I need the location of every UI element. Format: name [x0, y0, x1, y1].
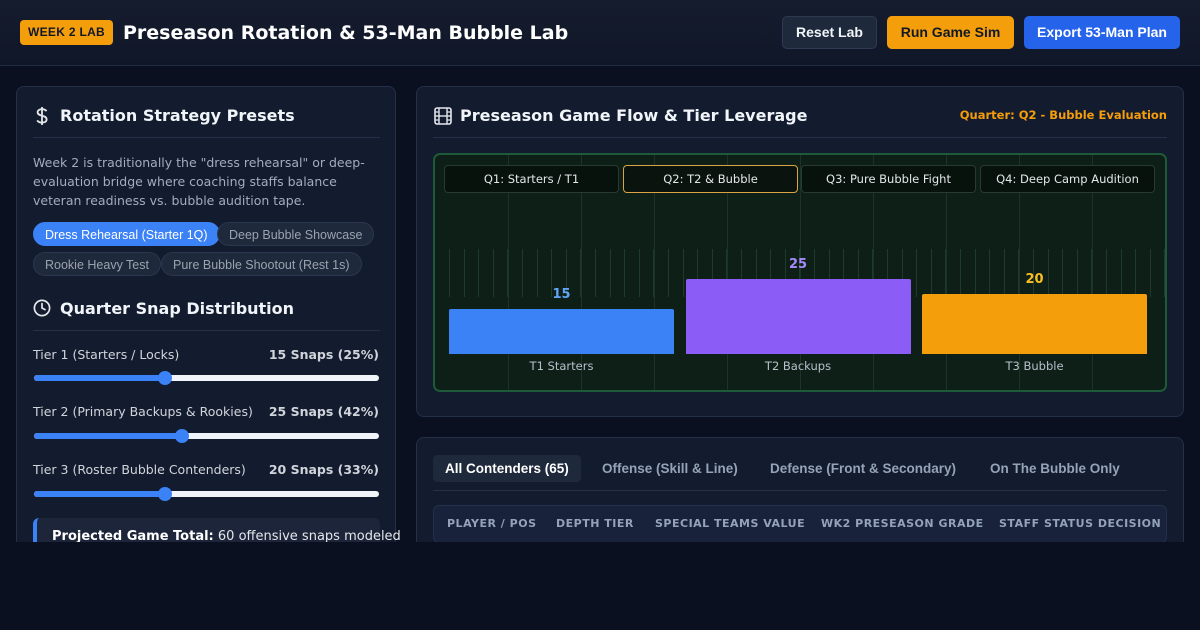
hash-mark	[624, 249, 626, 297]
presets-description: Week 2 is traditionally the "dress rehea…	[33, 155, 365, 208]
bar-value-label: 20	[1025, 272, 1044, 287]
tier2-value: 25 Snaps (42%)	[268, 404, 379, 419]
quarter-tab-q3[interactable]: Q3: Pure Bubble Fight	[801, 165, 976, 193]
clock-icon	[33, 299, 51, 317]
football-field: Q1: Starters / T1 Q2: T2 & Bubble Q3: Pu…	[433, 153, 1167, 392]
page-bottom	[0, 542, 1200, 630]
hash-mark	[638, 249, 640, 297]
hash-mark	[1149, 249, 1151, 297]
tier2-slider-fill	[34, 433, 183, 439]
tier2-label: Tier 2 (Primary Backups & Rookies)	[33, 404, 253, 419]
hash-mark	[449, 249, 450, 297]
hash-mark	[609, 249, 611, 297]
hash-mark	[960, 249, 961, 297]
table-header-row: PLAYER / POS DEPTH TIER SPECIAL TEAMS VA…	[433, 505, 1167, 543]
tier3-value: 20 Snaps (33%)	[268, 462, 379, 477]
flow-divider	[433, 137, 1167, 138]
hash-mark	[930, 249, 932, 297]
column-special-teams[interactable]: SPECIAL TEAMS VALUE	[655, 506, 805, 542]
hash-mark	[522, 249, 523, 297]
tier3-label: Tier 3 (Roster Bubble Contenders)	[33, 462, 246, 477]
table-tab-all[interactable]: All Contenders (65)	[433, 455, 581, 482]
quarter-tab-q1[interactable]: Q1: Starters / T1	[444, 165, 619, 193]
tier1-value: 15 Snaps (25%)	[268, 347, 379, 362]
tier2-slider-thumb[interactable]	[175, 429, 190, 443]
strategy-panel: Rotation Strategy Presets Week 2 is trad…	[16, 86, 401, 578]
column-depth-tier[interactable]: DEPTH TIER	[556, 506, 634, 542]
bar-category-label: T2 Backups	[764, 359, 832, 373]
table-divider	[433, 490, 1167, 491]
bar-value-label: 25	[788, 257, 808, 272]
roster-table-panel: All Contenders (65) Offense (Skill & Lin…	[416, 437, 1184, 557]
distribution-title: Quarter Snap Distribution	[60, 299, 295, 318]
column-staff-status[interactable]: STAFF STATUS DECISION	[999, 506, 1161, 542]
tier3-slider[interactable]	[34, 487, 379, 501]
presets-divider	[33, 137, 380, 138]
flow-title: Preseason Game Flow & Tier Leverage	[460, 106, 808, 125]
column-wk2-grade[interactable]: WK2 PRESEASON GRADE	[821, 506, 984, 542]
tier2-slider[interactable]	[34, 429, 379, 443]
tier3-slider-thumb[interactable]	[158, 487, 173, 501]
hash-mark	[989, 249, 991, 297]
bar-value-label: 15	[552, 287, 571, 302]
tier1-slider-thumb[interactable]	[158, 371, 173, 385]
hash-mark	[974, 249, 976, 297]
top-bar: WEEK 2 LAB Preseason Rotation & 53-Man B…	[0, 0, 1200, 66]
table-tab-bubble[interactable]: On The Bubble Only	[978, 455, 1132, 482]
tier1-label: Tier 1 (Starters / Locks)	[33, 347, 180, 362]
preset-chip-deep-bubble[interactable]: Deep Bubble Showcase	[217, 222, 375, 246]
hash-mark	[1106, 249, 1107, 297]
quarter-tab-q2[interactable]: Q2: T2 & Bubble	[623, 165, 798, 193]
game-flow-panel: Preseason Game Flow & Tier Leverage Quar…	[416, 86, 1184, 417]
app-title: Preseason Rotation & 53-Man Bubble Lab	[123, 22, 569, 44]
hash-mark	[478, 249, 480, 297]
film-icon	[434, 107, 452, 125]
bar-t3-bubble	[922, 294, 1147, 354]
dollar-icon	[36, 107, 48, 125]
distribution-divider	[33, 330, 380, 331]
preset-chip-dress-rehearsal[interactable]: Dress Rehearsal (Starter 1Q)	[33, 222, 220, 246]
hash-mark	[1164, 249, 1165, 297]
tier3-slider-fill	[34, 491, 166, 497]
hash-mark	[1076, 249, 1078, 297]
quarter-status: Quarter: Q2 - Bubble Evaluation	[959, 108, 1167, 122]
quarter-tab-q4[interactable]: Q4: Deep Camp Audition	[980, 165, 1155, 193]
hash-mark	[492, 249, 494, 297]
hash-mark	[1120, 249, 1122, 297]
tier1-slider-fill	[34, 375, 166, 381]
tier1-slider[interactable]	[34, 371, 379, 385]
bar-category-label: T3 Bubble	[1005, 359, 1064, 373]
hash-mark	[1135, 249, 1137, 297]
bar-t2-backups	[685, 279, 911, 354]
table-tab-defense[interactable]: Defense (Front & Secondary)	[758, 455, 968, 482]
hash-mark	[463, 249, 465, 297]
week-badge: WEEK 2 LAB	[20, 20, 114, 45]
preset-chip-pure-bubble[interactable]: Pure Bubble Shootout (Rest 1s)	[161, 252, 362, 276]
bar-t1-starters	[449, 309, 674, 354]
column-player-pos[interactable]: PLAYER / POS	[447, 506, 537, 542]
run-game-sim-button[interactable]: Run Game Sim	[887, 16, 1014, 49]
hash-mark	[668, 249, 669, 297]
presets-title: Rotation Strategy Presets	[60, 106, 295, 125]
hash-mark	[916, 249, 918, 297]
table-tab-offense[interactable]: Offense (Skill & Line)	[590, 455, 750, 482]
preset-chip-rookie-heavy[interactable]: Rookie Heavy Test	[33, 252, 161, 276]
hash-mark	[595, 249, 596, 297]
bar-category-label: T1 Starters	[529, 359, 594, 373]
hash-mark	[682, 249, 684, 297]
reset-lab-button[interactable]: Reset Lab	[782, 16, 877, 49]
export-plan-button[interactable]: Export 53-Man Plan	[1024, 16, 1180, 49]
